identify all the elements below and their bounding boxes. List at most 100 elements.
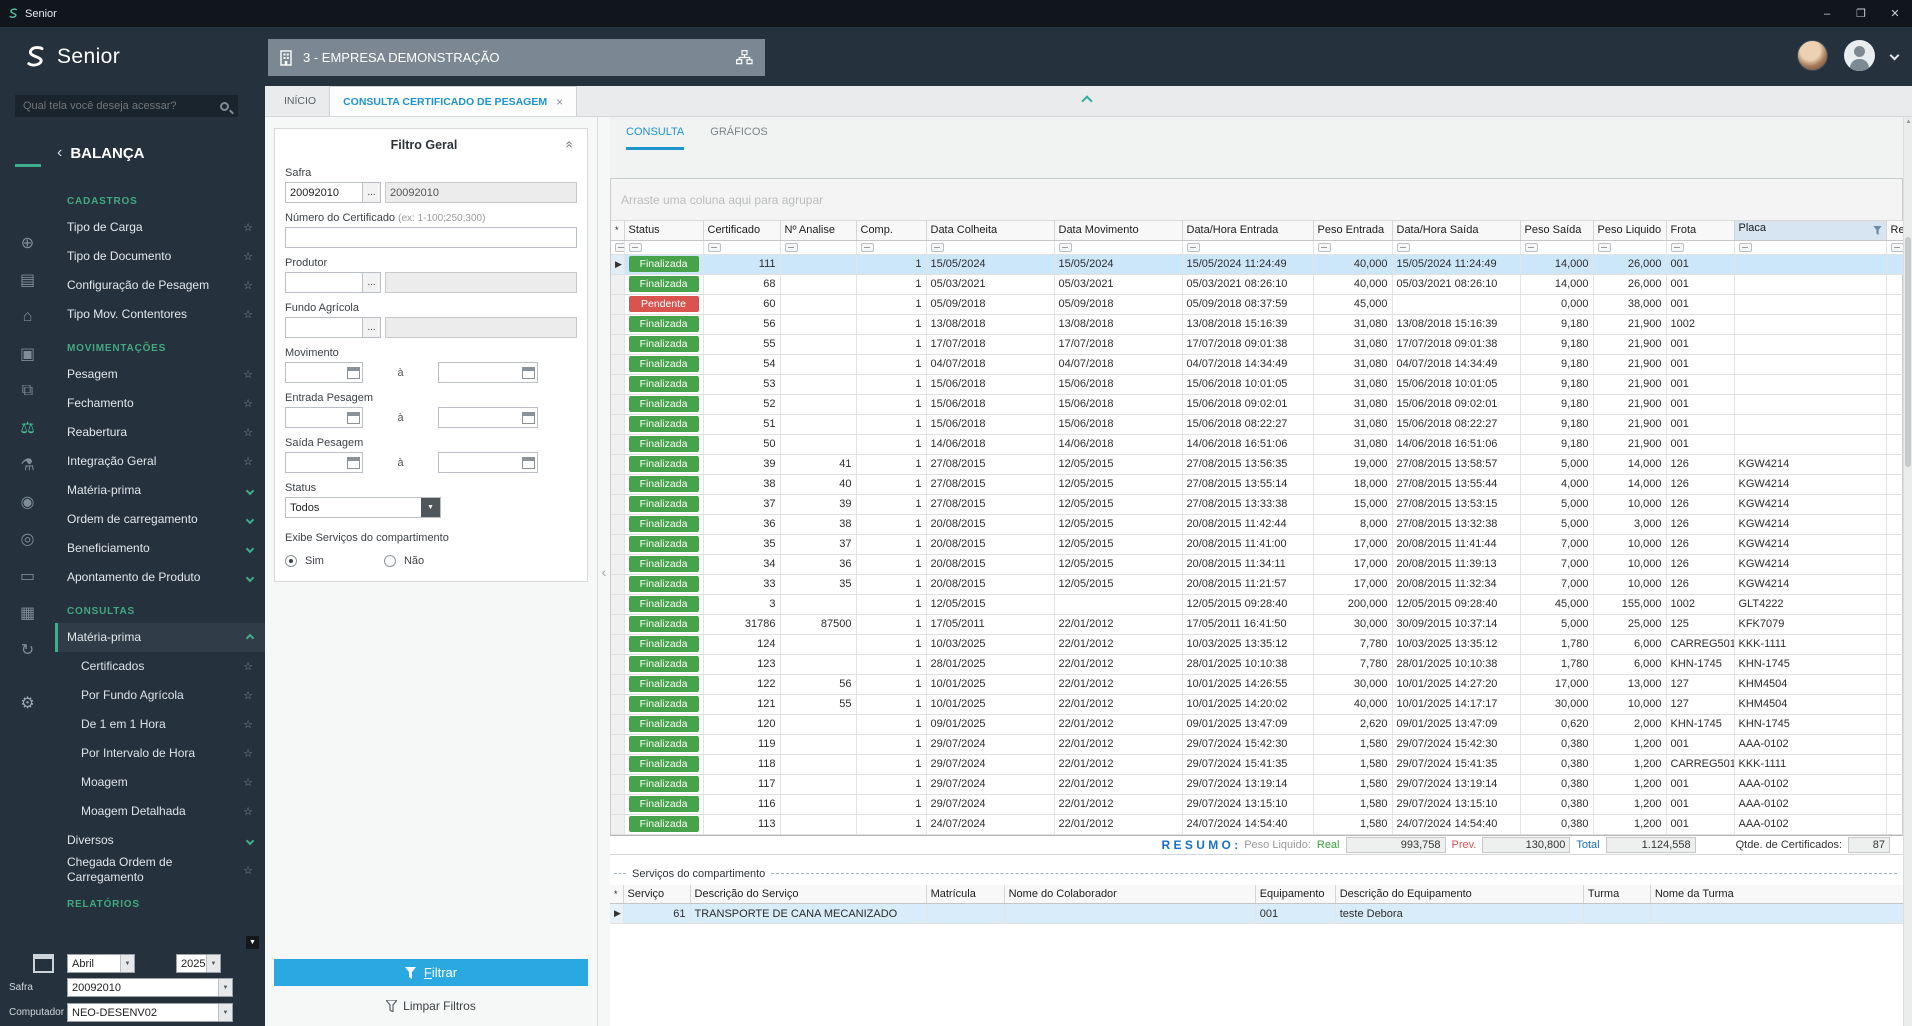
entrada-to-date-input[interactable] — [438, 407, 538, 428]
certificate-row[interactable]: Finalizada 36 38 1 20/08/2015 12/05/2015 20/08… — [611, 514, 1903, 535]
status-select[interactable]: Todos ▼ — [285, 497, 441, 518]
movimento-to-date-input[interactable] — [438, 362, 538, 383]
filter-operator-icon[interactable] — [615, 243, 623, 253]
screen-search-input[interactable] — [15, 100, 220, 112]
filter-operator-icon[interactable] — [860, 242, 874, 252]
truck-icon[interactable]: ▣ — [16, 342, 40, 366]
certificate-row[interactable]: Finalizada 124 1 10/03/2025 22/01/2012 10/03/… — [611, 634, 1903, 655]
column-filter-cell[interactable] — [1520, 240, 1594, 255]
module-header[interactable]: ‹ BALANÇA — [57, 144, 145, 162]
sidebar-item-integracao-geral[interactable]: Integração Geral ☆ — [55, 447, 265, 476]
sidebar-item-tipo-de-carga[interactable]: Tipo de Carga ☆ — [55, 213, 265, 242]
filter-operator-icon[interactable] — [1738, 242, 1752, 252]
certificate-row[interactable]: Finalizada 31786 87500 1 17/05/2011 22/01/201… — [611, 614, 1903, 635]
column-filter-cell[interactable] — [1734, 240, 1887, 255]
favorite-star-icon[interactable]: ☆ — [243, 864, 253, 877]
numero-certificado-input[interactable] — [285, 227, 577, 248]
collapse-header-chevron-up-icon[interactable] — [1081, 95, 1093, 107]
calendar-icon[interactable] — [522, 366, 535, 379]
computador-select[interactable]: NEO-DESENV02 ▼ — [67, 1003, 233, 1022]
servico-column-header-turma[interactable]: Turma — [1583, 884, 1651, 904]
profile-avatar[interactable] — [1844, 40, 1875, 71]
favorite-star-icon[interactable]: ☆ — [243, 397, 253, 410]
sidebar-item-ordem-de-carregamento[interactable]: Ordem de carregamento — [55, 505, 265, 534]
filter-collapse-handle[interactable]: ‹ — [598, 117, 610, 1026]
filter-operator-icon[interactable] — [784, 242, 798, 252]
calendar-icon[interactable] — [347, 411, 360, 424]
certificate-row[interactable]: Finalizada 120 1 09/01/2025 22/01/2012 09/01/… — [611, 714, 1903, 735]
analytics-icon[interactable]: ▤ — [16, 268, 40, 292]
favorite-star-icon[interactable]: ☆ — [243, 279, 253, 292]
filter-operator-icon[interactable] — [1670, 242, 1684, 252]
scrollbar-up-arrow-icon[interactable]: ▲ — [1904, 119, 1912, 125]
favorite-star-icon[interactable]: ☆ — [243, 689, 253, 702]
profile-chevron-down-icon[interactable] — [1889, 50, 1900, 61]
certificate-row[interactable]: Finalizada 51 1 15/06/2018 15/06/2018 15/06/2… — [611, 414, 1903, 435]
calendar-icon[interactable] — [522, 456, 535, 469]
column-filter-cell[interactable] — [856, 240, 927, 255]
servico-column-header-descricao-do-servico[interactable]: Descrição do Serviço — [690, 884, 927, 904]
column-header-n-analise[interactable]: Nº Analise — [780, 221, 857, 241]
certificate-row[interactable]: Finalizada 39 41 1 27/08/2015 12/05/2015 27/08… — [611, 454, 1903, 475]
column-header-peso-saida[interactable]: Peso Saída — [1520, 221, 1594, 241]
certificate-row[interactable]: Finalizada 53 1 15/06/2018 15/06/2018 15/06/2… — [611, 374, 1903, 395]
favorite-star-icon[interactable]: ☆ — [243, 308, 253, 321]
user-photo-avatar[interactable] — [1797, 40, 1828, 71]
column-header-rebo[interactable]: Rebo — [1886, 221, 1903, 241]
radio-nao[interactable] — [383, 555, 396, 567]
column-filter-cell[interactable] — [926, 240, 1055, 255]
filter-operator-icon[interactable] — [1058, 242, 1072, 252]
tab-inicio[interactable]: INÍCIO — [271, 86, 329, 116]
sidebar-item-por-intervalo-de-hora[interactable]: Por Intervalo de Hora ☆ — [55, 739, 265, 768]
pallet-icon[interactable]: ▦ — [16, 601, 40, 625]
sidebar-item-moagem[interactable]: Moagem ☆ — [55, 768, 265, 797]
fundo-agricola-description-input[interactable] — [385, 317, 577, 338]
filter-operator-icon[interactable] — [1186, 242, 1200, 252]
entrada-from-date-input[interactable] — [285, 407, 363, 428]
tab-graficos[interactable]: GRÁFICOS — [710, 117, 767, 150]
filter-operator-icon[interactable] — [930, 242, 944, 252]
year-select[interactable]: 2025 ▼ — [176, 954, 221, 973]
favorite-star-icon[interactable]: ☆ — [243, 718, 253, 731]
fundo-agricola-code-input[interactable] — [285, 317, 363, 338]
sidebar-item-materia-prima[interactable]: Matéria-prima — [55, 476, 265, 505]
sidebar-item-moagem-detalhada[interactable]: Moagem Detalhada ☆ — [55, 797, 265, 826]
menu-scroll-down-button[interactable]: ▼ — [246, 936, 259, 949]
certificate-row[interactable]: Finalizada 37 39 1 27/08/2015 12/05/2015 27/08… — [611, 494, 1903, 515]
favorite-star-icon[interactable]: ☆ — [243, 805, 253, 818]
produtor-description-input[interactable] — [385, 272, 577, 293]
safra-description-input[interactable] — [385, 182, 577, 203]
certificate-row[interactable]: Finalizada 118 1 29/07/2024 22/01/2012 29/07/… — [611, 754, 1903, 775]
calendar-icon[interactable] — [347, 456, 360, 469]
close-button[interactable]: ✕ — [1878, 0, 1912, 27]
certificate-row[interactable]: Finalizada 122 56 1 10/01/2025 22/01/2012 10/0… — [611, 674, 1903, 695]
certificate-row[interactable]: Finalizada 54 1 04/07/2018 04/07/2018 04/07/2… — [611, 354, 1903, 375]
favorite-star-icon[interactable]: ☆ — [243, 368, 253, 381]
month-select[interactable]: Abril ▼ — [67, 954, 135, 973]
certificate-row[interactable]: Finalizada 34 36 1 20/08/2015 12/05/2015 20/08… — [611, 554, 1903, 575]
filter-operator-icon[interactable] — [707, 242, 721, 252]
fundo-agricola-lookup-button[interactable]: ... — [363, 317, 381, 338]
industry-icon[interactable]: ⌂ — [16, 305, 40, 329]
column-filter-cell[interactable] — [624, 240, 704, 255]
column-header-peso-liquido[interactable]: Peso Liquido — [1593, 221, 1667, 241]
company-selector[interactable]: 3 - EMPRESA DEMONSTRAÇÃO — [268, 39, 765, 76]
certificate-row[interactable]: Finalizada 113 1 24/07/2024 22/01/2012 24/07/… — [611, 814, 1903, 835]
maximize-button[interactable]: ❐ — [1844, 0, 1878, 27]
sidebar-item-por-fundo-agricola[interactable]: Por Fundo Agrícola ☆ — [55, 681, 265, 710]
filter-row-indicator[interactable] — [611, 240, 625, 255]
sidebar-item-beneficiamento[interactable]: Beneficiamento — [55, 534, 265, 563]
column-header-data-movimento[interactable]: Data Movimento — [1054, 221, 1183, 241]
column-filter-cell[interactable] — [1666, 240, 1735, 255]
favorite-star-icon[interactable]: ☆ — [243, 660, 253, 673]
sidebar-item-certificados[interactable]: Certificados ☆ — [55, 652, 265, 681]
certificate-row[interactable]: Pendente 60 1 05/09/2018 05/09/2018 05/09/201… — [611, 294, 1903, 315]
column-header-data-hora-entrada[interactable]: Data/Hora Entrada — [1182, 221, 1314, 241]
filter-operator-icon[interactable] — [1317, 242, 1331, 252]
certificate-row[interactable]: Finalizada 55 1 17/07/2018 17/07/2018 17/07/2… — [611, 334, 1903, 355]
column-header-frota[interactable]: Frota — [1666, 221, 1735, 241]
flask-icon[interactable]: ⚗ — [16, 453, 40, 477]
lab-icon[interactable]: ◉ — [16, 490, 40, 514]
certificate-row[interactable]: Finalizada 119 1 29/07/2024 22/01/2012 29/07/… — [611, 734, 1903, 755]
produtor-lookup-button[interactable]: ... — [363, 272, 381, 293]
